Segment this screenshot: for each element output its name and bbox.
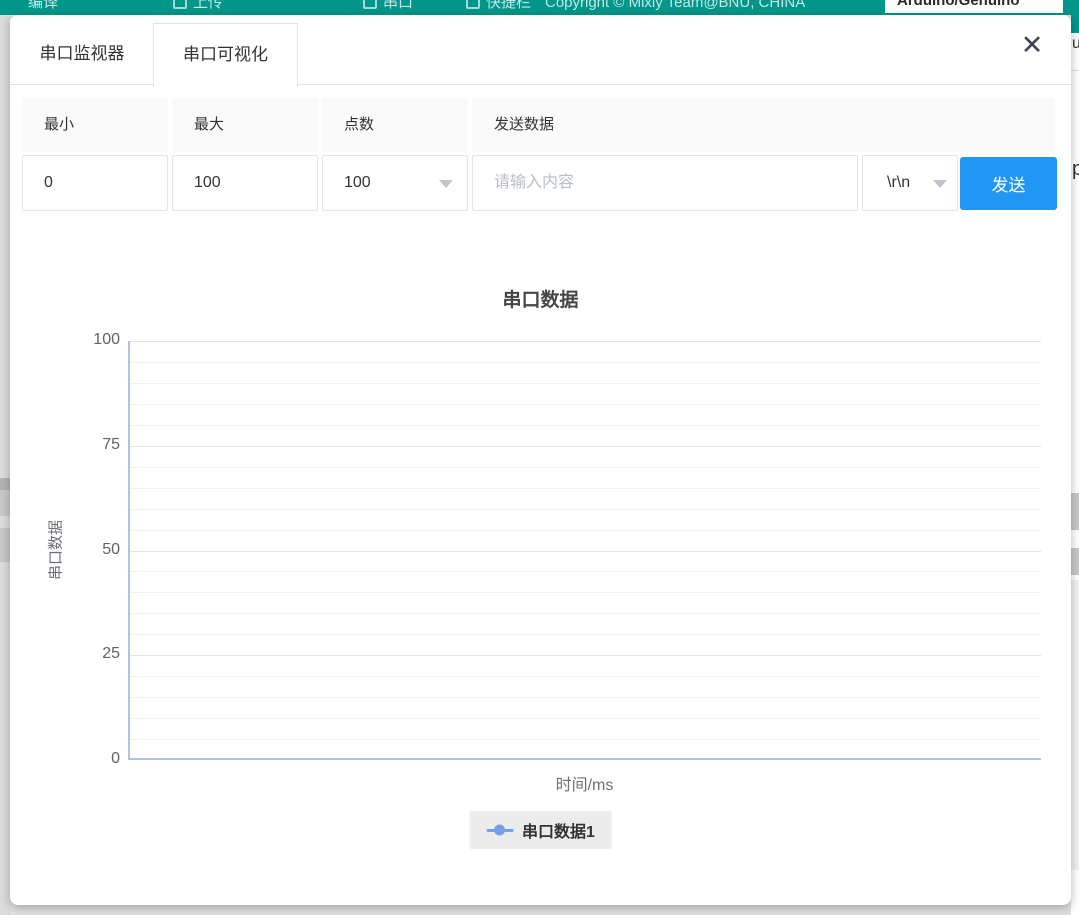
gridline (130, 739, 1041, 740)
y-tick-label: 100 (68, 331, 120, 349)
menu-item-shortcut[interactable]: 快捷栏 (486, 0, 531, 13)
copyright-text: Copyright © Mixly Team@BNU, CHINA (545, 0, 805, 13)
series-dot-icon (494, 825, 505, 836)
max-input[interactable] (172, 155, 318, 211)
right-edge-underlay: u p (1071, 15, 1079, 915)
send-data-column-header: 发送数据 (472, 98, 1055, 152)
y-axis-ticks: 1007550250 (68, 341, 120, 760)
gridline (130, 676, 1041, 677)
send-button[interactable]: 发送 (960, 157, 1057, 210)
gridline (130, 488, 1041, 489)
shortcut-bar-icon (466, 0, 480, 9)
y-tick-label: 50 (68, 541, 120, 559)
gridline (130, 697, 1041, 698)
plot-area (128, 341, 1041, 760)
upload-icon (173, 0, 187, 9)
gridline (130, 530, 1041, 531)
gridline (130, 446, 1041, 447)
underlay-band (0, 490, 10, 516)
underlay-band (1071, 548, 1079, 575)
tab-serial-visualization[interactable]: 串口可视化 (153, 23, 298, 86)
y-tick-label: 75 (68, 436, 120, 454)
gridline (130, 404, 1041, 405)
send-content-input[interactable] (472, 155, 858, 211)
max-column-header: 最大 (172, 98, 318, 152)
gridline (130, 634, 1041, 635)
line-ending-select[interactable]: \r\n (862, 155, 958, 211)
underlay-divider (1071, 70, 1079, 71)
left-edge-underlay (0, 15, 10, 915)
x-axis-label: 时间/ms (128, 771, 1041, 795)
y-tick-label: 25 (68, 645, 120, 663)
min-column-header: 最小 (22, 98, 168, 152)
close-icon[interactable]: ✕ (1015, 28, 1049, 62)
menu-item-serial[interactable]: 串口 (383, 0, 413, 13)
gridline (130, 718, 1041, 719)
chevron-down-icon (933, 180, 947, 188)
underlay-text-fragment: p (1072, 158, 1079, 181)
min-input[interactable] (22, 155, 168, 211)
chevron-down-icon (439, 180, 453, 188)
board-selector-label: Arduino/Genuino (897, 0, 1019, 9)
menu-item-compile[interactable]: 编译 (28, 0, 58, 13)
gridline (130, 655, 1041, 656)
gridline (130, 425, 1041, 426)
gridline (130, 613, 1041, 614)
points-column-header: 点数 (322, 98, 468, 152)
underlay-text-fragment: u (1072, 35, 1079, 53)
gridline (130, 383, 1041, 384)
board-selector[interactable]: Arduino/Genuino (885, 0, 1063, 13)
serial-dialog: 串口监视器 串口可视化 ✕ 最小 最大 点数 发送数据 100 \r\n 发送 … (10, 15, 1071, 905)
chart-title: 串口数据 (10, 285, 1071, 312)
line-ending-value: \r\n (887, 174, 910, 191)
series-line-marker-icon (486, 829, 513, 832)
menu-item-upload[interactable]: 上传 (193, 0, 223, 13)
underlay-panel (1071, 580, 1079, 870)
gridline (130, 362, 1041, 363)
legend-label: 串口数据1 (522, 818, 595, 842)
y-axis-label: 串口数据 (45, 520, 66, 580)
points-select[interactable]: 100 (322, 155, 468, 211)
underlay-teal-block (1071, 15, 1079, 33)
gridline (130, 592, 1041, 593)
gridline (130, 509, 1041, 510)
underlay-band (1071, 493, 1079, 530)
points-select-value: 100 (344, 174, 371, 191)
underlay-band (0, 478, 10, 490)
y-tick-label: 0 (68, 750, 120, 768)
gridline (130, 571, 1041, 572)
gridline (130, 551, 1041, 552)
serial-icon (363, 0, 377, 9)
gridline (130, 341, 1041, 342)
gridline (130, 467, 1041, 468)
tab-serial-monitor[interactable]: 串口监视器 (12, 23, 152, 85)
dialog-tab-bar: 串口监视器 串口可视化 (10, 23, 1071, 85)
underlay-band (0, 528, 10, 562)
legend-item-series1[interactable]: 串口数据1 (469, 811, 612, 849)
